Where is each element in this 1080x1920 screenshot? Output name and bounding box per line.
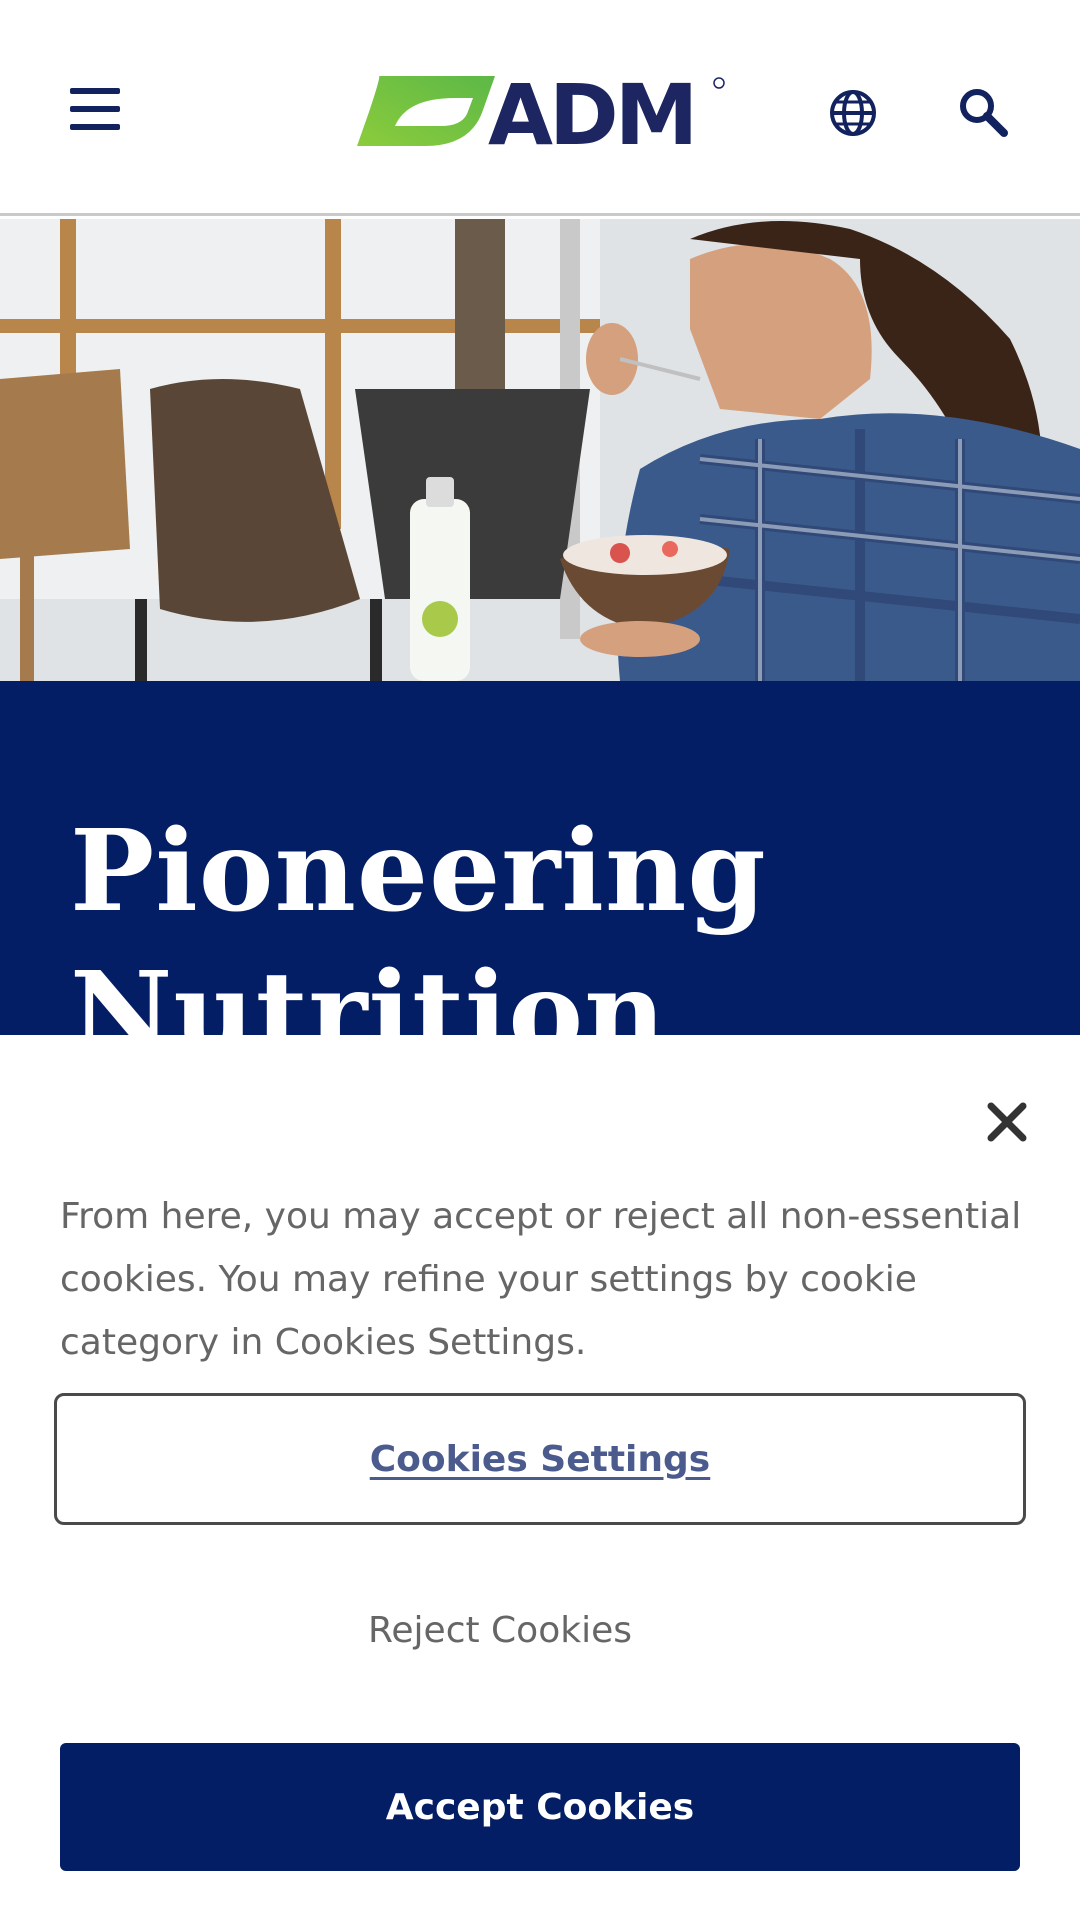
hero-title-band: Pioneering Nutrition: [0, 681, 1080, 1079]
hamburger-menu-button[interactable]: [70, 88, 120, 130]
reject-cookies-button[interactable]: Reject Cookies: [300, 1595, 700, 1665]
hamburger-menu-icon-bar: [70, 124, 120, 130]
cookie-message: From here, you may accept or reject all …: [60, 1196, 1022, 1363]
accept-cookies-label: Accept Cookies: [385, 1786, 695, 1828]
cookies-settings-button[interactable]: Cookies Settings: [54, 1393, 1026, 1525]
search-icon[interactable]: [957, 86, 1009, 138]
close-icon[interactable]: [985, 1100, 1029, 1144]
site-header: ADM: [0, 0, 1080, 216]
brand-wordmark: ADM: [488, 74, 694, 150]
page: ADM Pioneering Nutrition From here, you …: [0, 0, 1080, 1920]
globe-icon[interactable]: [828, 88, 878, 138]
cookie-consent-banner: From here, you may accept or reject all …: [0, 1035, 1080, 1920]
hero-image: [0, 219, 1080, 681]
cookies-settings-label: Cookies Settings: [369, 1438, 711, 1480]
hamburger-menu-icon-bar: [70, 106, 120, 112]
accept-cookies-button[interactable]: Accept Cookies: [60, 1743, 1020, 1871]
adm-logo[interactable]: ADM: [355, 74, 727, 150]
hamburger-menu-icon: [70, 88, 120, 94]
